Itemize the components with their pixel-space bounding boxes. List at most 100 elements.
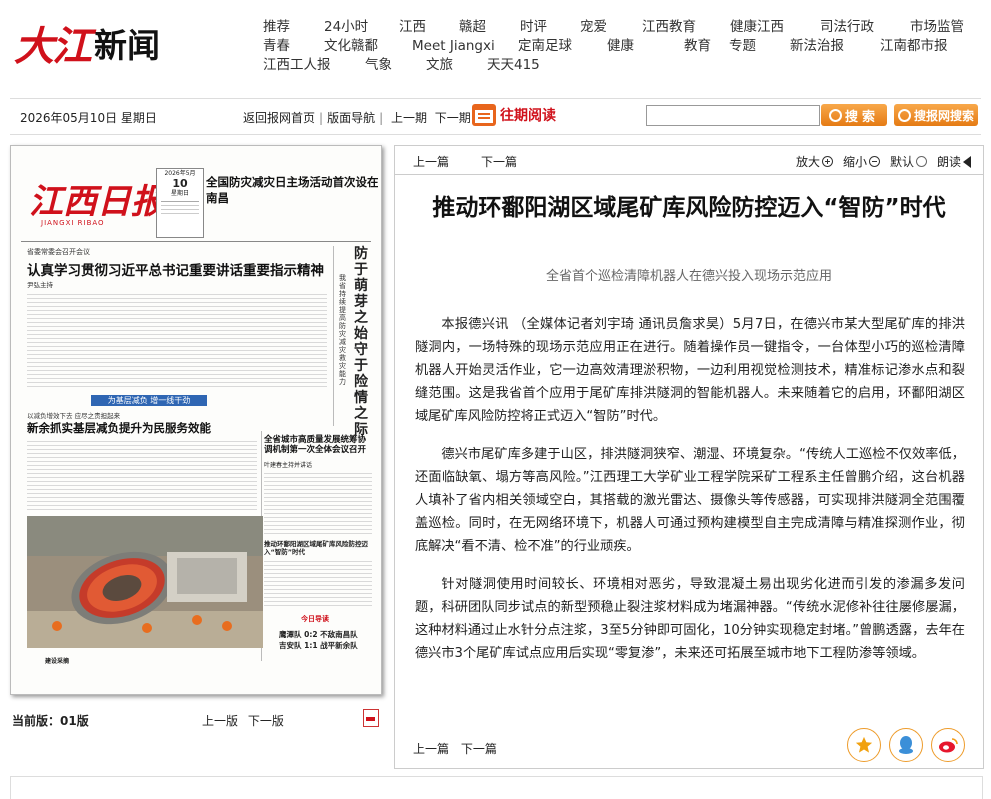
- prev-article-link[interactable]: 上一篇: [413, 742, 449, 756]
- nav-link[interactable]: 宠爱: [580, 18, 607, 37]
- default-size-label: 默认: [889, 155, 914, 169]
- nav-link[interactable]: 时评: [520, 18, 547, 37]
- newspaper-date-box: 2026年5月 10 星期日: [156, 168, 204, 238]
- zoom-out-button[interactable]: 缩小: [843, 153, 880, 170]
- nav-link[interactable]: 天天415: [487, 56, 540, 75]
- nav-link[interactable]: 气象: [365, 56, 392, 75]
- site-logo[interactable]: 大江 新闻: [14, 18, 160, 70]
- home-link[interactable]: 返回报网首页: [243, 111, 315, 125]
- text-block: [27, 291, 327, 387]
- article-toolbar: 上一篇 下一篇 放大 缩小 默认 朗读: [395, 146, 983, 175]
- page-nav: 上一版 下一版: [202, 712, 290, 729]
- np-headline[interactable]: 全国防灾减灾日主场活动首次设在南昌: [206, 174, 381, 206]
- zoom-in-icon: [821, 156, 833, 167]
- past-reading-label: 往期阅读: [500, 108, 556, 124]
- text-block: [27, 438, 257, 512]
- zoom-out-icon: [868, 156, 880, 167]
- np-vertical-sub: 我省持续提高防灾减灾救灾能力: [339, 274, 346, 386]
- speaker-icon: [963, 155, 971, 168]
- site-search-label: 搜报网搜索: [913, 108, 974, 123]
- nav-link[interactable]: 赣超: [459, 18, 486, 37]
- np-headline[interactable]: 新余抓实基层减负提升为民服务效能: [27, 420, 211, 436]
- np-byline: 叶建春主持并讲话: [264, 462, 313, 469]
- star-icon[interactable]: [847, 728, 881, 762]
- np-blue-banner: 为基层减负 增一线干劲: [91, 395, 207, 406]
- toolbar: 2026年05月10日 星期日 返回报网首页 | 版面导航 | 上一期 下一期 往期阅…: [10, 98, 981, 135]
- prev-page-link[interactable]: 上一版: [202, 714, 238, 728]
- np-kicker: 以减负增效下去 应尽之责担起来: [27, 412, 121, 420]
- np-byline: 尹弘主持: [27, 281, 53, 289]
- current-date: 2026年05月10日 星期日: [20, 111, 157, 125]
- zoom-in-label: 放大: [795, 155, 820, 169]
- search-button[interactable]: 搜索: [821, 104, 887, 126]
- current-page-value: 01版: [60, 714, 89, 728]
- article-subtitle: 全省首个巡检清障机器人在德兴投入现场示范应用: [545, 269, 832, 284]
- read-aloud-label: 朗读: [936, 155, 961, 169]
- prev-issue-link[interactable]: 上一期: [391, 111, 427, 125]
- nav-link[interactable]: 江南都市报: [880, 37, 948, 56]
- site-search-button[interactable]: 搜报网搜索: [894, 104, 978, 126]
- date-day: 10: [172, 177, 188, 190]
- read-aloud-button[interactable]: 朗读: [937, 153, 971, 170]
- nav-link[interactable]: 市场监管: [910, 18, 964, 37]
- np-headline[interactable]: 全省城市高质量发展统筹协调机制第一次全体会议召开: [264, 435, 369, 455]
- next-issue-link[interactable]: 下一期: [435, 111, 471, 125]
- article-paragraph: 针对隧洞使用时间较长、环境相对恶劣，导致混凝土易出现劣化进而引发的渗漏多发问题，…: [415, 577, 965, 661]
- np-kicker: 省委常委会召开会议: [27, 248, 90, 256]
- zoom-out-label: 缩小: [842, 155, 867, 169]
- np-vertical-headline[interactable]: 防于萌芽之始 守于险情之际: [354, 246, 372, 438]
- qq-icon[interactable]: [889, 728, 923, 762]
- np-guide-item[interactable]: 鹰潭队 0:2 不敌南昌队: [279, 629, 358, 640]
- nav-link[interactable]: Meet Jiangxi: [412, 37, 495, 56]
- divider: [333, 246, 334, 426]
- search-input[interactable]: [646, 105, 820, 126]
- weibo-icon[interactable]: [931, 728, 965, 762]
- logo-black-text: 新闻: [94, 26, 160, 65]
- current-page-label: 当前版：: [12, 714, 61, 728]
- nav-link[interactable]: 文旅: [426, 56, 453, 75]
- nav-link[interactable]: 健康: [607, 37, 634, 56]
- prev-article-link[interactable]: 上一篇: [413, 153, 449, 170]
- current-page-indicator: 当前版：01版: [12, 712, 89, 729]
- nav-link[interactable]: 江西教育: [642, 18, 696, 37]
- np-guide-title: 今日导读: [301, 615, 329, 623]
- past-reading-button[interactable]: 往期阅读: [472, 104, 556, 126]
- article-panel: 上一篇 下一篇 放大 缩小 默认 朗读 推动环鄱阳湖区域尾矿库风险防控迈入“智防…: [394, 145, 984, 769]
- np-headline[interactable]: 推动环鄱阳湖区域尾矿库风险防控迈入“智防”时代: [264, 540, 374, 556]
- nav-row: 江西工人报 气象 文旅 天天415: [263, 56, 983, 75]
- nav-row: 推荐 24小时 江西 赣超 时评 宠爱 江西教育 健康江西 司法行政 市场监管: [263, 18, 983, 37]
- nav-link[interactable]: 专题: [729, 37, 756, 56]
- nav-link[interactable]: 24小时: [324, 18, 368, 37]
- next-article-link[interactable]: 下一篇: [461, 742, 497, 756]
- nav-link[interactable]: 江西: [399, 18, 426, 37]
- nav-link[interactable]: 推荐: [263, 18, 290, 37]
- nav-link[interactable]: 青春: [263, 37, 290, 56]
- nav-link[interactable]: 司法行政: [820, 18, 874, 37]
- pdf-download-icon[interactable]: [363, 709, 379, 727]
- np-photo: [27, 516, 263, 648]
- toolbar-links: 返回报网首页 | 版面导航 | 上一期 下一期: [243, 111, 471, 125]
- next-article-link[interactable]: 下一篇: [481, 153, 517, 170]
- radio-icon: [915, 156, 927, 167]
- nav-link[interactable]: 教育: [684, 37, 711, 56]
- calendar-icon: [472, 104, 496, 126]
- newspaper-page-image[interactable]: 江西日报 JIANGXI RIBAO 2026年5月 10 星期日 全国防灾减灾…: [10, 145, 382, 695]
- nav-link[interactable]: 定南足球: [518, 37, 572, 56]
- page-nav-link[interactable]: 版面导航: [327, 111, 375, 125]
- nav-link[interactable]: 健康江西: [730, 18, 784, 37]
- search-button-label: 搜索: [844, 109, 879, 125]
- search-icon: [897, 108, 911, 122]
- np-headline[interactable]: 认真学习贯彻习近平总书记重要讲话重要指示精神: [27, 259, 324, 279]
- np-bottom-text: 建设采摘: [45, 658, 70, 665]
- nav-link[interactable]: 新法治报: [790, 37, 844, 56]
- default-size-button[interactable]: 默认: [890, 153, 927, 170]
- nav-link[interactable]: 江西工人报: [263, 56, 331, 75]
- zoom-in-button[interactable]: 放大: [796, 153, 833, 170]
- nav-link[interactable]: 文化赣鄱: [324, 37, 378, 56]
- article-title: 推动环鄱阳湖区域尾矿库风险防控迈入“智防”时代: [432, 195, 946, 221]
- footer-box: [10, 776, 983, 799]
- np-guide-item[interactable]: 吉安队 1:1 战平新余队: [279, 640, 358, 651]
- reading-tools: 放大 缩小 默认 朗读: [786, 153, 971, 170]
- next-page-link[interactable]: 下一版: [248, 714, 284, 728]
- article-paragraph: 本报德兴讯 （全媒体记者刘宇琦 通讯员詹求昊）5月7日，在德兴市某大型尾矿库的排…: [415, 317, 965, 424]
